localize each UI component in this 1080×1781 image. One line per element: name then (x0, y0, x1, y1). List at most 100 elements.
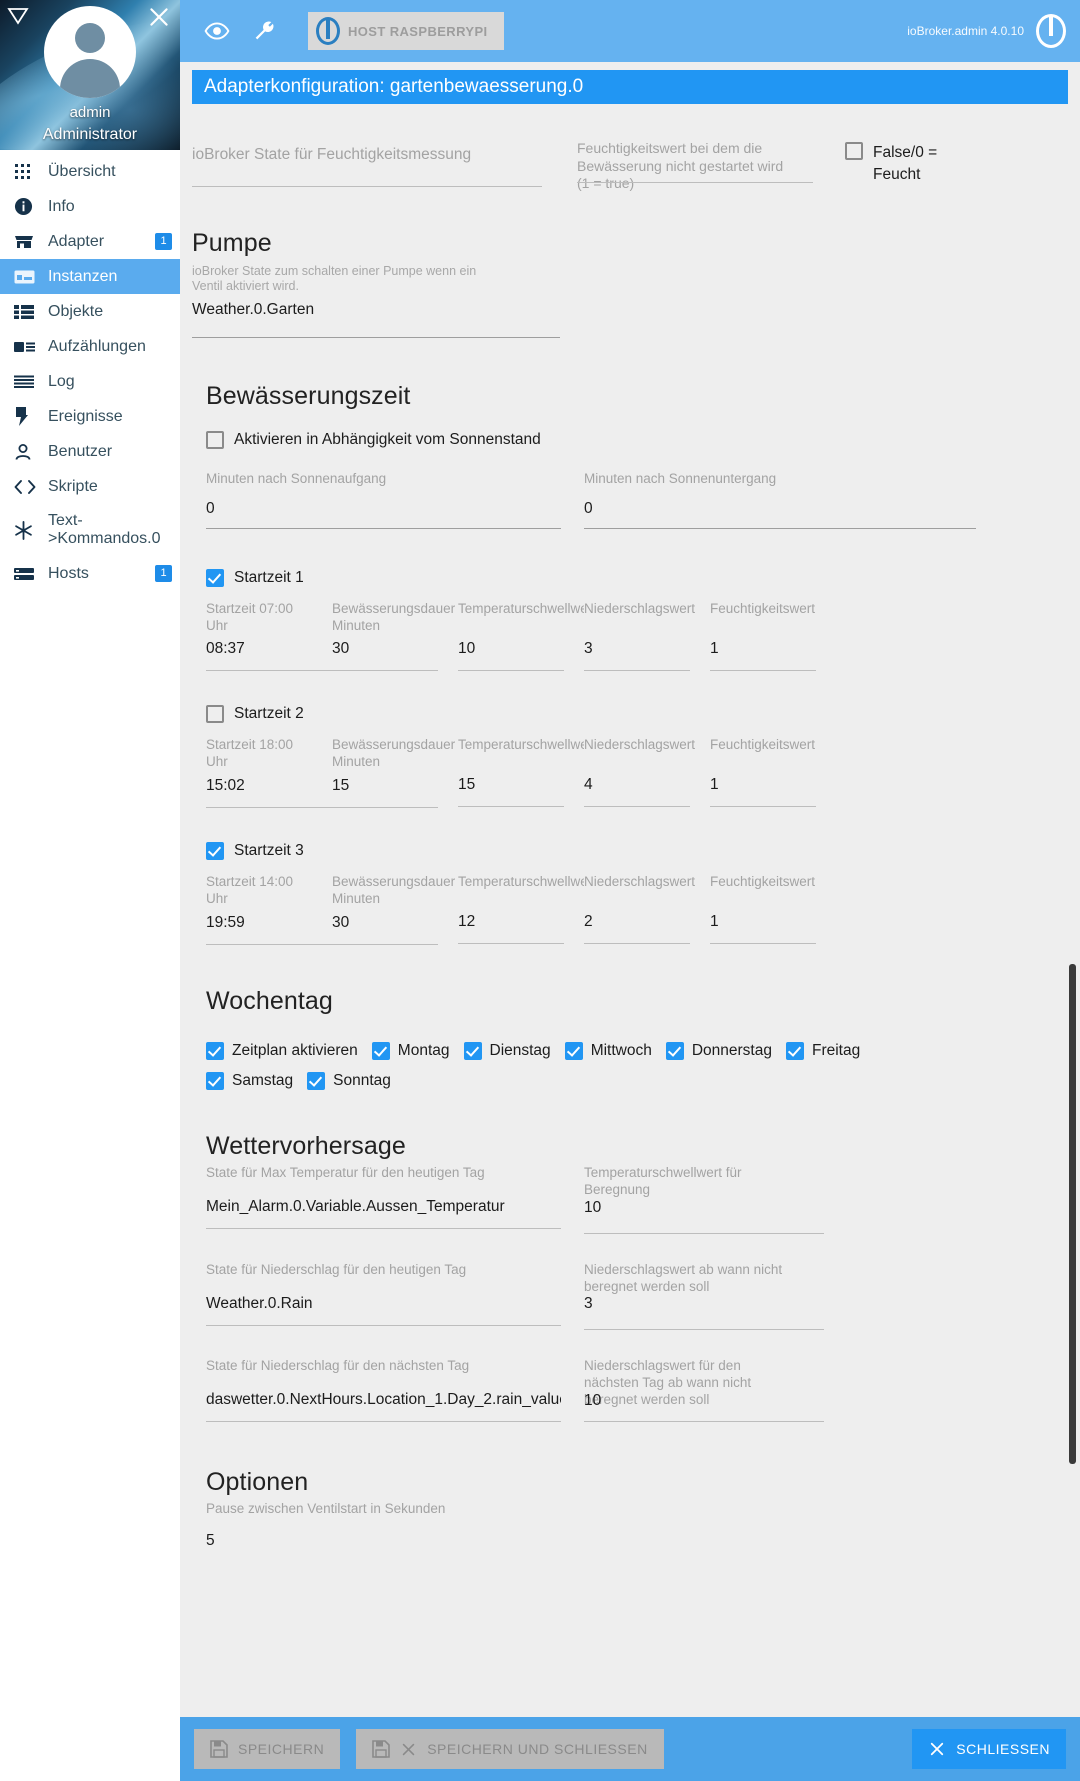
pump-state-field[interactable]: Weather.0.Garten (192, 295, 560, 338)
field-label: Niederschlagswert für den nächsten Tag a… (584, 1358, 752, 1408)
forecast-temp-threshold-field[interactable]: Temperaturschwellwert für Beregnung 10 (584, 1165, 824, 1234)
enum-icon (14, 337, 40, 357)
pump-help-text: ioBroker State zum schalten einer Pumpe … (192, 263, 477, 294)
field-label: Temperaturschwellwert für Beregnung (584, 1164, 742, 1197)
weekday-item-zeitplan[interactable]: Zeitplan aktivieren (206, 1041, 358, 1060)
close-icon[interactable] (146, 4, 172, 30)
forecast-row: State für Max Temperatur für den heutige… (206, 1165, 1062, 1234)
weekday-item-sonntag[interactable]: Sonntag (307, 1071, 391, 1090)
start-time-2-duration-field[interactable]: Bewässerungsdauer Minuten 15 (332, 737, 458, 809)
irrigation-time-section: Bewässerungszeit Aktivieren in Abhängigk… (192, 382, 1062, 945)
sidebar-item-objekte[interactable]: Objekte (0, 294, 180, 329)
field-value: 4 (584, 776, 593, 794)
minutes-after-sunrise-field[interactable]: Minuten nach Sonnenaufgang 0 (206, 471, 561, 529)
close-icon (400, 1741, 417, 1758)
field-label: Bewässerungsdauer Minuten (332, 737, 456, 770)
start-time-3-checkbox-row[interactable]: Startzeit 3 (206, 842, 1062, 861)
sidebar-item-log[interactable]: Log (0, 364, 180, 399)
field-value: 15 (332, 777, 350, 795)
weekday-checkbox[interactable] (665, 1041, 684, 1060)
field-label: Feuchtigkeitswert (710, 600, 816, 616)
start-time-1-label: Startzeit 1 (234, 568, 304, 586)
sidebar-item-ereignisse[interactable]: Ereignisse (0, 399, 180, 434)
forecast-rain-threshold-field[interactable]: Niederschlagswert ab wann nicht beregnet… (584, 1262, 824, 1331)
user-role: Administrator (42, 126, 138, 143)
sidebar-item-instanzen[interactable]: Instanzen (0, 259, 180, 294)
start-time-2-checkbox-row[interactable]: Startzeit 2 (206, 705, 1062, 724)
sidebar-item-aufzaehlungen[interactable]: Aufzählungen (0, 329, 180, 364)
false-is-wet-checkbox-row[interactable]: False/0 = Feucht (845, 142, 937, 193)
weekday-checkbox[interactable] (307, 1071, 326, 1090)
false-is-wet-checkbox[interactable] (845, 142, 863, 160)
weekday-checkbox[interactable] (206, 1071, 224, 1090)
pause-label: Pause zwischen Ventilstart in Sekunden (206, 1501, 446, 1517)
scrollbar-thumb[interactable] (1069, 964, 1076, 1464)
eye-icon[interactable] (194, 8, 240, 54)
weekday-item-mittwoch[interactable]: Mittwoch (564, 1041, 652, 1060)
weekday-checkbox[interactable] (206, 1041, 224, 1060)
sidebar-item-hosts[interactable]: Hosts 1 (0, 556, 180, 591)
wrench-icon[interactable] (240, 8, 286, 54)
start-time-3-moisture-field[interactable]: Feuchtigkeitswert 1 (710, 874, 836, 945)
forecast-max-temp-state-field[interactable]: State für Max Temperatur für den heutige… (206, 1165, 561, 1234)
sidebar-item-info[interactable]: Info (0, 189, 180, 224)
sidebar-item-text-kommandos[interactable]: Text- >Kommandos.0 (0, 504, 180, 556)
start-time-3-time-field[interactable]: Startzeit 14:00 Uhr 19:59 (206, 874, 332, 945)
sidebar-item-uebersicht[interactable]: Übersicht (0, 154, 180, 189)
iobroker-logo-icon[interactable] (1036, 14, 1066, 48)
save-button[interactable]: SPEICHERN (194, 1729, 341, 1769)
sidebar-item-adapter[interactable]: Adapter 1 (0, 224, 180, 259)
start-time-1-checkbox[interactable] (206, 568, 224, 587)
start-time-2-temp-field[interactable]: Temperaturschwellwert 15 (458, 737, 584, 808)
start-time-1-time-field[interactable]: Startzeit 07:00 Uhr 08:37 (206, 601, 332, 672)
save-and-close-button[interactable]: SPEICHERN UND SCHLIESSEN (356, 1729, 664, 1769)
start-time-2-time-field[interactable]: Startzeit 18:00 Uhr 15:02 (206, 737, 332, 809)
start-time-2-moisture-field[interactable]: Feuchtigkeitswert 1 (710, 737, 836, 808)
iobroker-logo-icon (316, 17, 340, 45)
weekday-checkbox[interactable] (371, 1041, 390, 1060)
start-time-1-duration-field[interactable]: Bewässerungsdauer Minuten 30 (332, 601, 458, 672)
host-selector-chip[interactable]: HOST RASPBERRYPI (308, 12, 504, 50)
weekday-item-donnerstag[interactable]: Donnerstag (665, 1041, 772, 1060)
start-time-1-checkbox-row[interactable]: Startzeit 1 (206, 568, 1062, 587)
sidebar-item-label: Übersicht (48, 162, 116, 180)
weekday-checkbox[interactable] (564, 1041, 583, 1060)
sidebar-item-benutzer[interactable]: Benutzer (0, 434, 180, 469)
scrollbar[interactable] (1069, 104, 1076, 1717)
start-time-2-checkbox[interactable] (206, 705, 224, 724)
sidebar-item-label: Skripte (48, 477, 98, 495)
forecast-rain-tomorrow-threshold-field[interactable]: Niederschlagswert für den nächsten Tag a… (584, 1358, 824, 1422)
sidebar-item-skripte[interactable]: Skripte (0, 469, 180, 504)
start-time-1-moisture-field[interactable]: Feuchtigkeitswert 1 (710, 601, 836, 672)
weekday-label: Freitag (811, 1041, 861, 1059)
weekday-item-dienstag[interactable]: Dienstag (463, 1041, 551, 1060)
weekday-checkbox[interactable] (785, 1041, 804, 1060)
moisture-threshold-field[interactable]: Feuchtigkeitswert bei dem die Bewässerun… (577, 140, 813, 193)
field-value: 1 (710, 913, 719, 930)
close-button[interactable]: SCHLIESSEN (912, 1729, 1066, 1769)
moisture-state-field[interactable]: ioBroker State für Feuchtigkeitsmessung (192, 140, 542, 193)
forecast-rain-today-state-field[interactable]: State für Niederschlag für den heutigen … (206, 1262, 561, 1331)
minutes-after-sunset-field[interactable]: Minuten nach Sonnenuntergang 0 (584, 471, 976, 529)
start-time-1-rain-field[interactable]: Niederschlagswert 3 (584, 601, 710, 672)
sun-dependency-checkbox[interactable] (206, 430, 224, 449)
start-time-3-checkbox[interactable] (206, 842, 224, 861)
sun-dependency-checkbox-row[interactable]: Aktivieren in Abhängigkeit vom Sonnensta… (206, 430, 1062, 449)
triangle-collapse-icon[interactable] (6, 4, 30, 28)
start-time-2-rain-field[interactable]: Niederschlagswert 4 (584, 737, 710, 808)
weekday-item-montag[interactable]: Montag (371, 1041, 450, 1060)
field-value: 08:37 (206, 640, 245, 658)
weekday-item-freitag[interactable]: Freitag (785, 1041, 861, 1060)
forecast-heading: Wettervorhersage (206, 1131, 406, 1160)
pause-field[interactable]: 5 (206, 1516, 561, 1550)
sidebar-item-label: Adapter (48, 232, 105, 250)
weekday-item-samstag[interactable]: Samstag (206, 1071, 293, 1090)
start-time-3-duration-field[interactable]: Bewässerungsdauer Minuten 30 (332, 874, 458, 945)
start-time-3-temp-field[interactable]: Temperaturschwellwert 12 (458, 874, 584, 945)
start-time-3-fields: Startzeit 14:00 Uhr 19:59 Bewässerungsda… (206, 874, 1062, 945)
weekday-checkbox[interactable] (463, 1041, 482, 1060)
forecast-rain-tomorrow-state-field[interactable]: State für Niederschlag für den nächsten … (206, 1358, 561, 1423)
start-time-3-rain-field[interactable]: Niederschlagswert 2 (584, 874, 710, 945)
start-time-1-temp-field[interactable]: Temperaturschwellwert 10 (458, 601, 584, 672)
start-time-block: Startzeit 2 Startzeit 18:00 Uhr 15:02 Be… (206, 705, 1062, 809)
